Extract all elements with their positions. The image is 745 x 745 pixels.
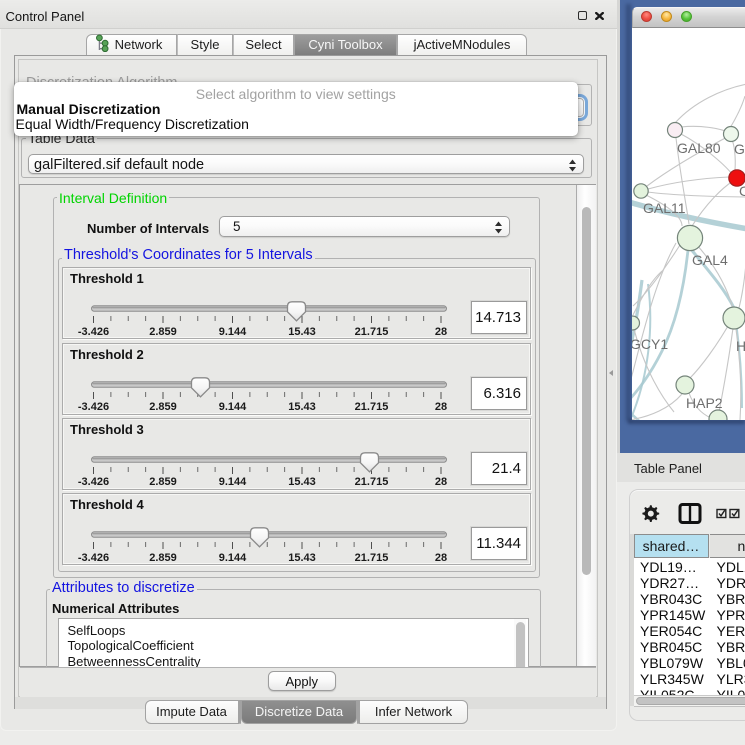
svg-text:GAL4: GAL4 [692,252,728,268]
svg-text:GAL11: GAL11 [643,200,686,216]
svg-text:GA: GA [734,141,745,157]
svg-text:HAP2: HAP2 [686,395,723,411]
svg-text:H: H [736,338,745,354]
svg-text:GCY1: GCY1 [632,336,668,352]
svg-text:GAL80: GAL80 [677,140,721,156]
svg-text:C: C [739,183,745,199]
